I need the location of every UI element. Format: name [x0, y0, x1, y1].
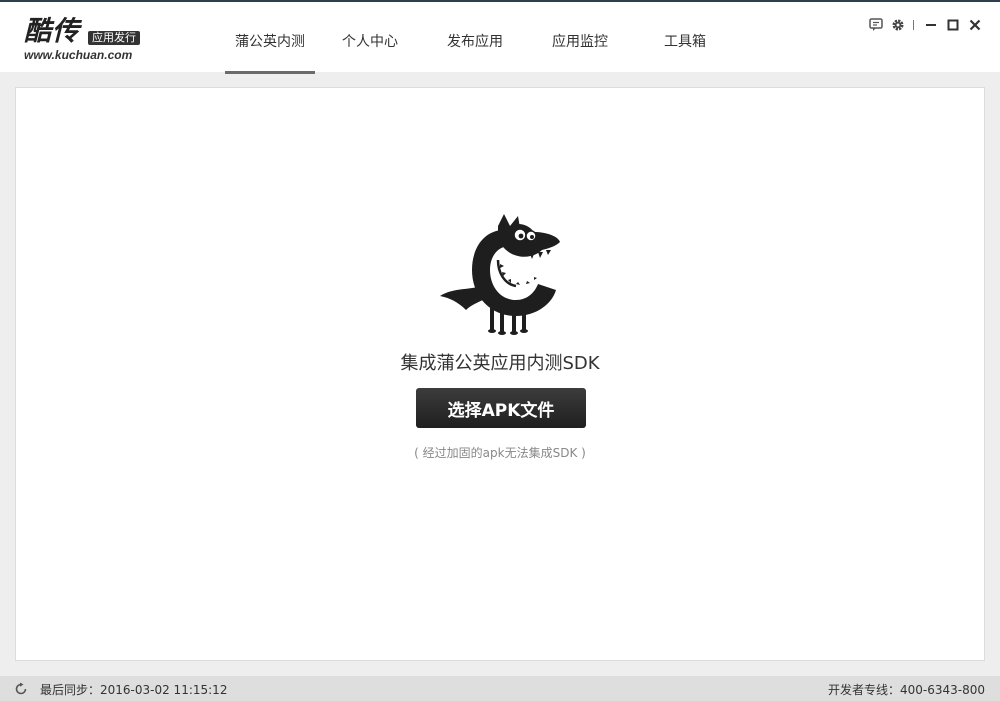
feedback-icon[interactable]	[865, 16, 887, 34]
tab-pgyer-beta[interactable]: 蒲公英内测	[225, 2, 315, 74]
page-headline: 集成蒲公英应用内测SDK	[400, 353, 600, 374]
brand-url: www.kuchuan.com	[24, 48, 133, 62]
brand-badge: 应用发行	[88, 31, 140, 45]
divider	[913, 20, 914, 30]
header: 酷传 应用发行 www.kuchuan.com 蒲公英内测 个人中心 发布应用 …	[0, 0, 1000, 74]
developer-hotline: 开发者专线：400-6343-800	[827, 683, 985, 697]
main-nav: 蒲公英内测 个人中心 发布应用 应用监控 工具箱	[225, 2, 735, 74]
window-controls	[865, 16, 986, 34]
brand-logo: 酷传 应用发行 www.kuchuan.com	[24, 16, 154, 64]
tab-toolbox[interactable]: 工具箱	[635, 2, 735, 72]
close-icon[interactable]	[964, 16, 986, 34]
refresh-icon[interactable]	[14, 682, 28, 696]
settings-gear-icon[interactable]	[887, 16, 909, 34]
select-apk-button[interactable]: 选择APK文件	[416, 388, 586, 428]
maximize-icon[interactable]	[942, 16, 964, 34]
mascot-illustration	[440, 214, 560, 335]
status-bar: 最后同步：2016-03-02 11:15:12 开发者专线：400-6343-…	[0, 676, 1000, 701]
tab-app-monitor[interactable]: 应用监控	[525, 2, 635, 72]
tab-personal-center[interactable]: 个人中心	[315, 2, 425, 72]
hardened-apk-note: ( 经过加固的apk无法集成SDK )	[414, 446, 586, 460]
brand-name: 酷传	[24, 16, 80, 47]
minimize-icon[interactable]	[920, 16, 942, 34]
app-window: 酷传 应用发行 www.kuchuan.com 蒲公英内测 个人中心 发布应用 …	[0, 0, 1000, 701]
last-sync-text: 最后同步：2016-03-02 11:15:12	[40, 683, 228, 697]
tab-publish-app[interactable]: 发布应用	[425, 2, 525, 72]
upload-panel: 集成蒲公英应用内测SDK 选择APK文件 ( 经过加固的apk无法集成SDK )	[15, 87, 985, 661]
